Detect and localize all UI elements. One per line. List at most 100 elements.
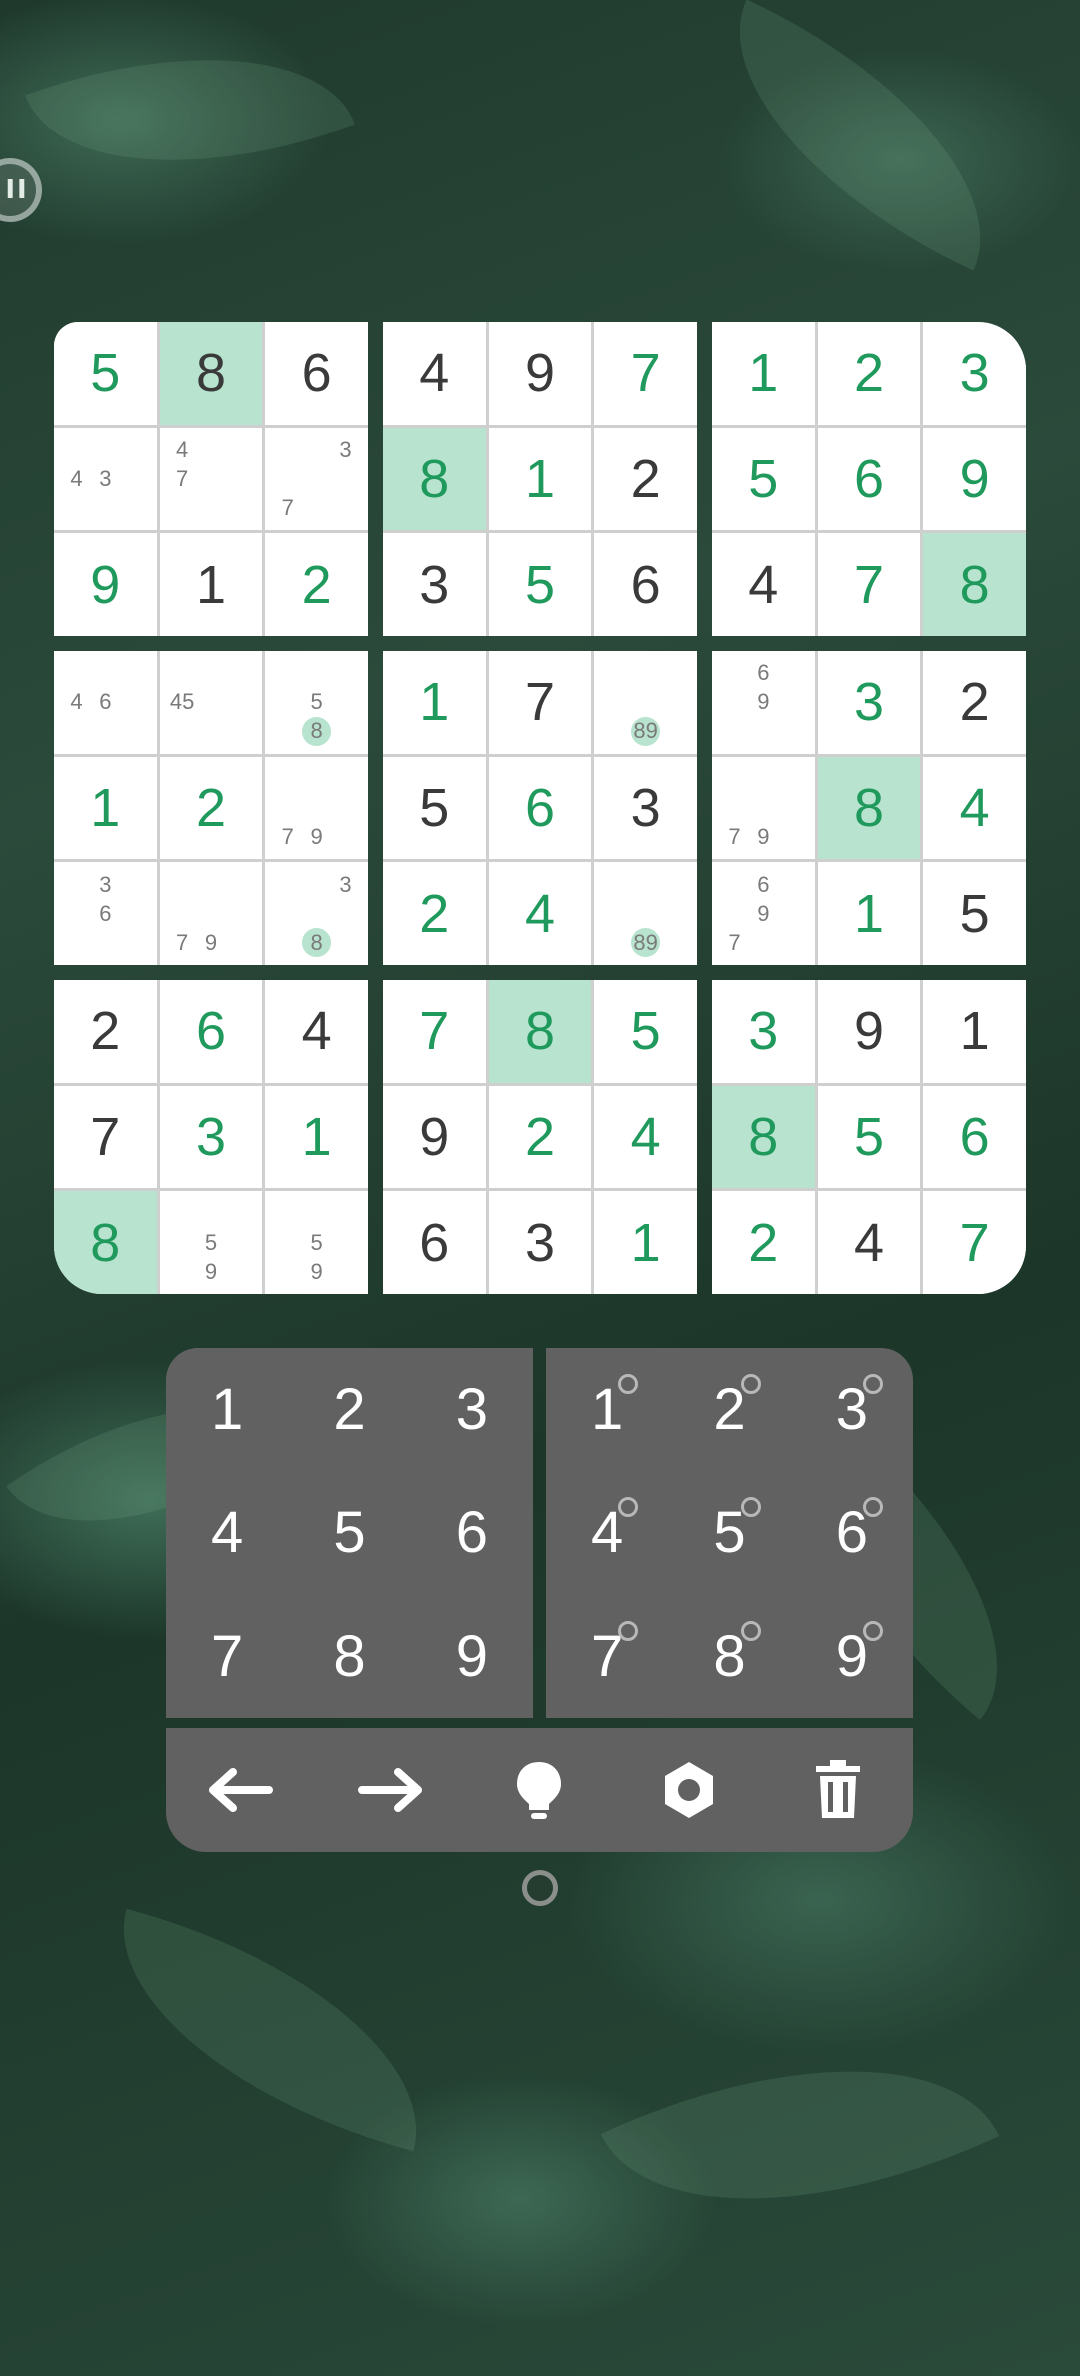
sudoku-cell[interactable]: 43	[54, 427, 157, 531]
digit-key[interactable]: 9	[411, 1595, 533, 1718]
sudoku-cell[interactable]: 8	[923, 533, 1026, 636]
note-key[interactable]: 8	[668, 1595, 790, 1718]
sudoku-cell[interactable]: 3	[712, 980, 815, 1083]
sudoku-cell[interactable]: 5	[488, 533, 592, 636]
sudoku-cell[interactable]: 3	[159, 1085, 263, 1189]
sudoku-cell[interactable]: 8	[817, 756, 921, 860]
sudoku-cell[interactable]: 3	[923, 322, 1026, 425]
sudoku-cell[interactable]: 1	[712, 322, 815, 425]
sudoku-cell[interactable]: 5	[712, 427, 815, 531]
sudoku-cell[interactable]: 38	[265, 862, 368, 965]
sudoku-cell[interactable]: 9	[54, 533, 157, 636]
note-key[interactable]: 3	[791, 1348, 913, 1471]
sudoku-cell[interactable]: 45	[159, 651, 263, 754]
sudoku-cell[interactable]: 89	[594, 862, 697, 965]
sudoku-cell[interactable]: 2	[817, 322, 921, 425]
sudoku-cell[interactable]: 5	[383, 756, 486, 860]
sudoku-cell[interactable]: 4	[817, 1191, 921, 1294]
sudoku-cell[interactable]: 59	[159, 1191, 263, 1294]
sudoku-cell[interactable]: 69	[712, 651, 815, 754]
sudoku-cell[interactable]: 4	[265, 980, 368, 1083]
sudoku-cell[interactable]: 1	[383, 651, 486, 754]
sudoku-cell[interactable]: 6	[159, 980, 263, 1083]
sudoku-cell[interactable]: 9	[817, 980, 921, 1083]
sudoku-cell[interactable]: 1	[817, 862, 921, 965]
digit-key[interactable]: 7	[166, 1595, 288, 1718]
sudoku-cell[interactable]: 7	[923, 1191, 1026, 1294]
sudoku-cell[interactable]: 3	[383, 533, 486, 636]
delete-button[interactable]	[793, 1745, 883, 1835]
digit-key[interactable]: 8	[288, 1595, 410, 1718]
sudoku-cell[interactable]: 7	[817, 533, 921, 636]
note-key[interactable]: 9	[791, 1595, 913, 1718]
sudoku-cell[interactable]: 1	[594, 1191, 697, 1294]
sudoku-cell[interactable]: 3	[817, 651, 921, 754]
sudoku-cell[interactable]: 79	[712, 756, 815, 860]
sudoku-cell[interactable]: 36	[54, 862, 157, 965]
digit-key[interactable]: 3	[411, 1348, 533, 1471]
sudoku-cell[interactable]: 6	[594, 533, 697, 636]
sudoku-cell[interactable]: 8	[54, 1191, 157, 1294]
sudoku-cell[interactable]: 7	[594, 322, 697, 425]
sudoku-cell[interactable]: 6 97	[712, 862, 815, 965]
digit-key[interactable]: 4	[166, 1471, 288, 1594]
sudoku-cell[interactable]: 5	[817, 1085, 921, 1189]
sudoku-cell[interactable]: 89	[594, 651, 697, 754]
sudoku-cell[interactable]: 2	[712, 1191, 815, 1294]
sudoku-cell[interactable]: 8	[488, 980, 592, 1083]
sudoku-cell[interactable]: 2	[159, 756, 263, 860]
note-key[interactable]: 7	[546, 1595, 668, 1718]
hint-button[interactable]	[494, 1745, 584, 1835]
sudoku-cell[interactable]: 7	[383, 980, 486, 1083]
note-key[interactable]: 2	[668, 1348, 790, 1471]
floating-pause-button[interactable]: II	[0, 158, 42, 222]
sudoku-cell[interactable]: 6	[923, 1085, 1026, 1189]
sudoku-cell[interactable]: 5	[923, 862, 1026, 965]
sudoku-cell[interactable]: 9	[383, 1085, 486, 1189]
note-key[interactable]: 6	[791, 1471, 913, 1594]
sudoku-cell[interactable]: 47	[159, 427, 263, 531]
note-key[interactable]: 5	[668, 1471, 790, 1594]
sudoku-cell[interactable]: 5	[54, 322, 157, 425]
sudoku-cell[interactable]: 3	[488, 1191, 592, 1294]
sudoku-cell[interactable]: 4	[383, 322, 486, 425]
sudoku-cell[interactable]: 4	[923, 756, 1026, 860]
sudoku-cell[interactable]: 4	[488, 862, 592, 965]
undo-button[interactable]	[196, 1745, 286, 1835]
sudoku-cell[interactable]: 79	[265, 756, 368, 860]
sudoku-cell[interactable]: 2	[54, 980, 157, 1083]
note-key[interactable]: 1	[546, 1348, 668, 1471]
sudoku-cell[interactable]: 58	[265, 651, 368, 754]
digit-key[interactable]: 2	[288, 1348, 410, 1471]
sudoku-cell[interactable]: 6	[383, 1191, 486, 1294]
sudoku-cell[interactable]: 2	[488, 1085, 592, 1189]
sudoku-cell[interactable]: 46	[54, 651, 157, 754]
sudoku-cell[interactable]: 5	[594, 980, 697, 1083]
sudoku-cell[interactable]: 4	[712, 533, 815, 636]
sudoku-cell[interactable]: 1	[159, 533, 263, 636]
sudoku-cell[interactable]: 4	[594, 1085, 697, 1189]
sudoku-cell[interactable]: 59	[265, 1191, 368, 1294]
sudoku-cell[interactable]: 2	[923, 651, 1026, 754]
digit-key[interactable]: 6	[411, 1471, 533, 1594]
sudoku-cell[interactable]: 7	[488, 651, 592, 754]
sudoku-cell[interactable]: 79	[159, 862, 263, 965]
redo-button[interactable]	[345, 1745, 435, 1835]
sudoku-cell[interactable]: 6	[817, 427, 921, 531]
sudoku-cell[interactable]: 1	[923, 980, 1026, 1083]
drag-handle[interactable]	[522, 1870, 558, 1906]
sudoku-cell[interactable]: 6	[265, 322, 368, 425]
settings-button[interactable]	[644, 1745, 734, 1835]
sudoku-cell[interactable]: 1	[54, 756, 157, 860]
digit-key[interactable]: 5	[288, 1471, 410, 1594]
sudoku-cell[interactable]: 2	[383, 862, 486, 965]
digit-key[interactable]: 1	[166, 1348, 288, 1471]
sudoku-cell[interactable]: 2	[265, 533, 368, 636]
sudoku-cell[interactable]: 9	[923, 427, 1026, 531]
sudoku-cell[interactable]: 8	[712, 1085, 815, 1189]
sudoku-cell[interactable]: 7	[54, 1085, 157, 1189]
sudoku-cell[interactable]: 9	[488, 322, 592, 425]
sudoku-cell[interactable]: 1	[488, 427, 592, 531]
sudoku-cell[interactable]: 6	[488, 756, 592, 860]
sudoku-cell[interactable]: 8	[159, 322, 263, 425]
